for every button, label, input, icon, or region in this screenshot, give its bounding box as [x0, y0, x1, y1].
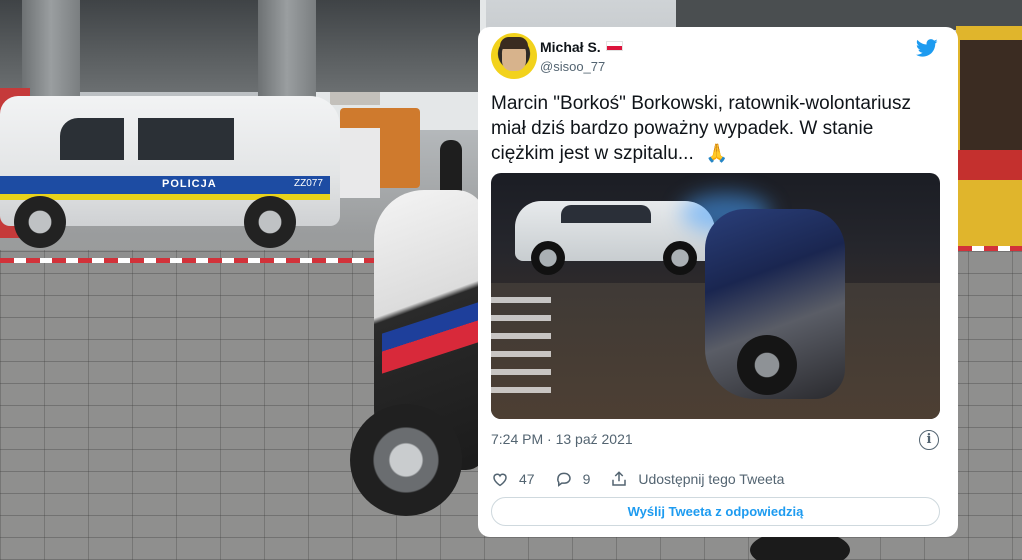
van-police-text: POLICJA	[162, 178, 217, 190]
van-window	[60, 118, 124, 160]
tweet-timestamp[interactable]: 7:24 PM · 13 paź 2021	[491, 431, 633, 447]
author-name-row[interactable]: Michał S.	[540, 39, 623, 55]
media-car-wheel	[531, 241, 565, 275]
heart-icon	[493, 473, 507, 487]
like-button[interactable]: 47	[491, 470, 535, 488]
van-window	[138, 118, 234, 160]
van-stripe: POLICJA ZZ077	[0, 176, 330, 194]
media-car-wheel	[663, 241, 697, 275]
van-wheel	[14, 196, 66, 248]
avatar[interactable]	[491, 33, 537, 79]
pillar	[258, 0, 316, 110]
tweet-media-image[interactable]	[491, 173, 940, 419]
media-motorcycle-wheel	[737, 335, 797, 395]
like-count: 47	[519, 471, 535, 487]
twitter-bird-icon[interactable]	[914, 37, 940, 59]
tram-stripe	[956, 150, 1022, 180]
van-plate-text: ZZ077	[294, 178, 323, 189]
van-wheel	[244, 196, 296, 248]
tweet-actions: 47 9 Udostępnij tego Tweeta	[491, 467, 804, 491]
reply-count: 9	[582, 471, 591, 487]
media-crosswalk	[491, 293, 551, 393]
tweet-card: Michał S. @sisoo_77 Marcin "Borkoś" Bork…	[478, 27, 958, 537]
share-label: Udostępnij tego Tweeta	[638, 471, 785, 487]
info-icon[interactable]: i	[919, 430, 939, 450]
share-button[interactable]: Udostępnij tego Tweeta	[610, 470, 784, 488]
media-car-window	[561, 205, 651, 223]
praying-hands-emoji: 🙏	[705, 143, 729, 163]
scooter-wheel	[350, 404, 462, 516]
ambulance	[336, 128, 380, 198]
tweet-body: Marcin "Borkoś" Borkowski, ratownik-wolo…	[491, 93, 912, 164]
tweet-text: Marcin "Borkoś" Borkowski, ratownik-wolo…	[491, 91, 941, 166]
send-reply-button[interactable]: Wyślij Tweeta z odpowiedzią	[491, 497, 940, 526]
avatar-face	[500, 37, 528, 71]
reply-icon	[556, 472, 571, 487]
flag-poland-icon	[605, 41, 623, 51]
reply-action-button[interactable]: 9	[555, 470, 591, 488]
tram-window	[960, 40, 1022, 150]
share-icon	[612, 471, 627, 486]
author-handle[interactable]: @sisoo_77	[540, 59, 605, 74]
author-name[interactable]: Michał S.	[540, 39, 601, 55]
police-tape	[958, 246, 1022, 251]
